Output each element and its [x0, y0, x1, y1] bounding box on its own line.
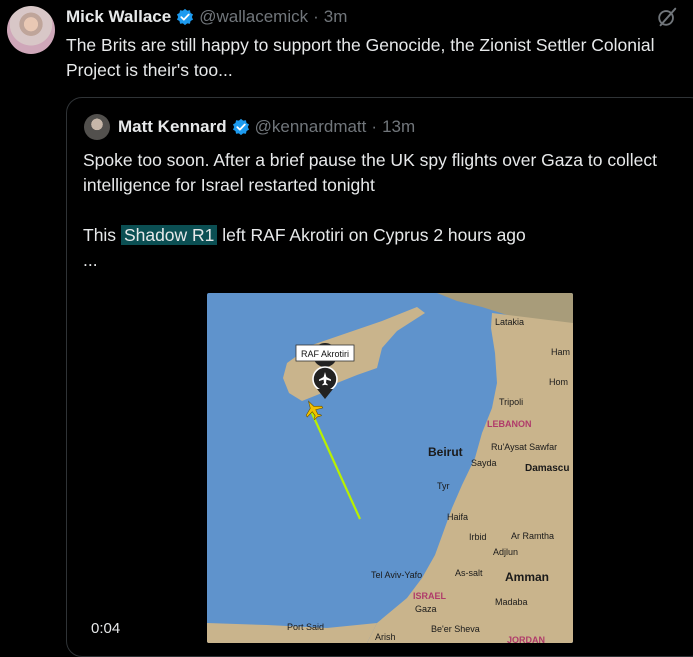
tweet-header: Mick Wallace @wallacemick · 3m: [66, 6, 347, 28]
author-name[interactable]: Mick Wallace: [66, 7, 171, 27]
callout-label: RAF Akrotiri: [301, 349, 349, 359]
place-hom: Hom: [549, 377, 568, 387]
place-damascus: Damascu: [525, 463, 569, 474]
place-jordan: JORDAN: [507, 635, 545, 643]
quoted-author-avatar[interactable]: [84, 114, 110, 140]
place-telaviv: Tel Aviv-Yafo: [371, 570, 422, 580]
place-irbid: Irbid: [469, 532, 487, 542]
place-adjlun: Adjlun: [493, 547, 518, 557]
quoted-text-prefix: This: [83, 225, 117, 245]
place-israel: ISRAEL: [413, 591, 447, 601]
place-portsaid: Port Said: [287, 622, 324, 632]
place-beirut: Beirut: [428, 445, 463, 459]
place-beersheva: Be'er Sheva: [431, 624, 480, 634]
verified-badge-icon: [232, 118, 249, 136]
place-amman: Amman: [505, 570, 549, 584]
separator-dot: ·: [371, 117, 378, 136]
quoted-tweet-text: Spoke too soon. After a brief pause the …: [83, 148, 683, 273]
highlighted-text: Shadow R1: [120, 225, 218, 245]
place-haifa: Haifa: [447, 512, 468, 522]
quoted-tweet-header: Matt Kennard @kennardmatt · 13m: [118, 116, 415, 138]
video-duration: 0:04: [91, 620, 121, 637]
place-latakia: Latakia: [495, 317, 524, 327]
quoted-tweet-timestamp[interactable]: 13m: [382, 117, 415, 137]
place-madaba: Madaba: [495, 597, 528, 607]
place-gaza: Gaza: [415, 604, 437, 614]
place-assalt: As-salt: [455, 568, 483, 578]
author-avatar[interactable]: [7, 6, 55, 54]
quoted-text-line2: This Shadow R1 left RAF Akrotiri on Cypr…: [83, 223, 683, 248]
quoted-author-name[interactable]: Matt Kennard: [118, 117, 227, 137]
flight-map-video[interactable]: RAF Akrotiri Latakia Ham Hom Tripoli LEB…: [207, 293, 573, 643]
author-handle[interactable]: @wallacemick: [199, 7, 308, 27]
quoted-text-ellipsis: ...: [83, 250, 98, 270]
place-tyr: Tyr: [437, 481, 450, 491]
tweet-text: The Brits are still happy to support the…: [66, 35, 655, 80]
place-ruaysat: Ru'Aysat Sawfar: [491, 442, 557, 452]
verified-badge-icon: [177, 8, 194, 26]
quoted-text-suffix: left RAF Akrotiri on Cyprus 2 hours ago: [222, 225, 526, 245]
place-arramtha: Ar Ramtha: [511, 531, 554, 541]
separator-dot: ·: [313, 7, 319, 26]
place-arish: Arish: [375, 632, 396, 642]
quoted-author-handle[interactable]: @kennardmatt: [255, 117, 367, 137]
map-canvas: RAF Akrotiri Latakia Ham Hom Tripoli LEB…: [207, 293, 573, 643]
tweet-timestamp[interactable]: 3m: [324, 7, 348, 27]
place-ham: Ham: [551, 347, 570, 357]
place-sayda: Sayda: [471, 458, 497, 468]
place-tripoli: Tripoli: [499, 397, 523, 407]
grok-icon[interactable]: [656, 6, 678, 28]
place-lebanon: LEBANON: [487, 419, 532, 429]
quoted-text-line1: Spoke too soon. After a brief pause the …: [83, 150, 657, 195]
